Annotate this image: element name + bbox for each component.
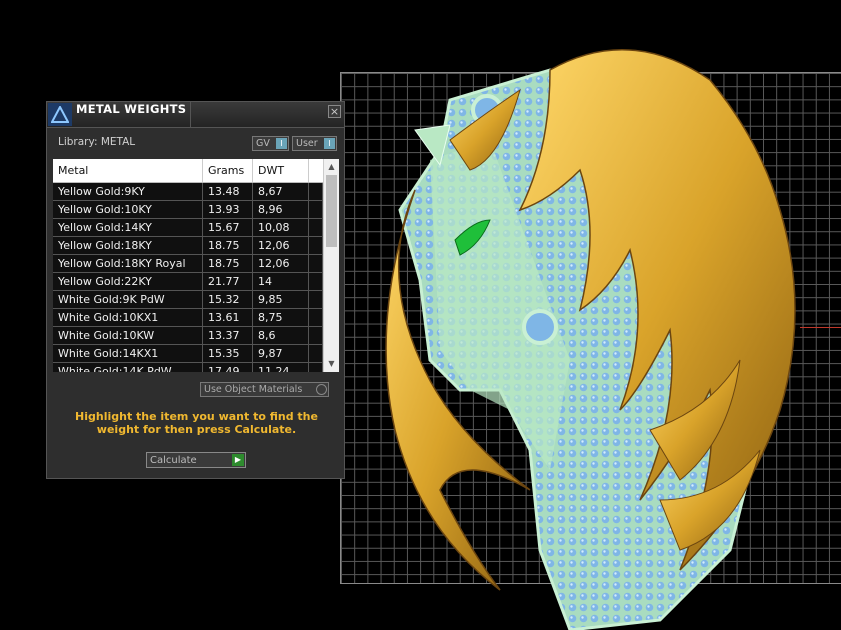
table-header: Metal Grams DWT	[53, 159, 323, 183]
table-row[interactable]: Yellow Gold:10KY 13.93 8,96	[53, 201, 323, 219]
row-spacer	[309, 345, 323, 362]
calculate-button[interactable]: Calculate ▶	[146, 452, 246, 468]
radio-indicator-icon	[316, 384, 327, 395]
metal-cell: Yellow Gold:10KY	[53, 201, 203, 218]
grams-cell: 17.49	[203, 363, 253, 372]
app-logo-icon	[48, 103, 72, 126]
use-object-materials-label: Use Object Materials	[204, 384, 303, 395]
table-scrollbar[interactable]: ▲ ▼	[323, 159, 339, 372]
panel-titlebar[interactable]: METAL WEIGHTS ×	[47, 102, 344, 128]
column-header-grams[interactable]: Grams	[203, 159, 253, 182]
row-spacer	[309, 237, 323, 254]
table-row[interactable]: White Gold:14KX1 15.35 9,87	[53, 345, 323, 363]
metal-cell: Yellow Gold:22KY	[53, 273, 203, 290]
metal-cell: White Gold:14K PdW	[53, 363, 203, 372]
metal-cell: White Gold:10KW	[53, 327, 203, 344]
dwt-cell: 8,75	[253, 309, 309, 326]
metal-cell: Yellow Gold:18KY Royal	[53, 255, 203, 272]
table-row[interactable]: White Gold:10KX1 13.61 8,75	[53, 309, 323, 327]
grams-cell: 13.93	[203, 201, 253, 218]
scroll-down-icon[interactable]: ▼	[324, 358, 339, 370]
grams-cell: 15.35	[203, 345, 253, 362]
instruction-text: Highlight the item you want to find the …	[75, 410, 318, 436]
scroll-thumb[interactable]	[326, 175, 337, 247]
grams-cell: 15.67	[203, 219, 253, 236]
grams-cell: 18.75	[203, 237, 253, 254]
grams-cell: 13.37	[203, 327, 253, 344]
table-row[interactable]: Yellow Gold:14KY 15.67 10,08	[53, 219, 323, 237]
metal-cell: White Gold:14KX1	[53, 345, 203, 362]
dwt-cell: 9,85	[253, 291, 309, 308]
grams-cell: 18.75	[203, 255, 253, 272]
table-row[interactable]: Yellow Gold:18KY 18.75 12,06	[53, 237, 323, 255]
row-spacer	[309, 255, 323, 272]
grams-cell: 13.61	[203, 309, 253, 326]
metal-cell: Yellow Gold:9KY	[53, 183, 203, 200]
row-spacer	[309, 327, 323, 344]
user-toggle[interactable]: User I	[292, 136, 337, 151]
dwt-cell: 8,67	[253, 183, 309, 200]
toggle-indicator-icon: I	[276, 138, 287, 149]
table-body: Yellow Gold:9KY 13.48 8,67 Yellow Gold:10KY…	[53, 183, 323, 372]
dwt-cell: 12,06	[253, 237, 309, 254]
calculate-label: Calculate	[150, 455, 197, 466]
play-arrow-icon: ▶	[232, 454, 244, 466]
row-spacer	[309, 363, 323, 372]
close-icon[interactable]: ×	[328, 105, 341, 118]
table-row[interactable]: Yellow Gold:18KY Royal 18.75 12,06	[53, 255, 323, 273]
dwt-cell: 9,87	[253, 345, 309, 362]
gv-toggle[interactable]: GV I	[252, 136, 289, 151]
table-row[interactable]: White Gold:14K PdW 17.49 11,24	[53, 363, 323, 372]
table-row[interactable]: White Gold:9K PdW 15.32 9,85	[53, 291, 323, 309]
dwt-cell: 10,08	[253, 219, 309, 236]
dwt-cell: 14	[253, 273, 309, 290]
table-row[interactable]: Yellow Gold:9KY 13.48 8,67	[53, 183, 323, 201]
row-spacer	[309, 183, 323, 200]
title-divider	[190, 102, 191, 127]
metal-cell: White Gold:9K PdW	[53, 291, 203, 308]
table-row[interactable]: Yellow Gold:22KY 21.77 14	[53, 273, 323, 291]
grams-cell: 21.77	[203, 273, 253, 290]
gv-toggle-label: GV	[256, 138, 270, 149]
row-spacer	[309, 273, 323, 290]
dwt-cell: 8,96	[253, 201, 309, 218]
grams-cell: 13.48	[203, 183, 253, 200]
column-header-dwt[interactable]: DWT	[253, 159, 309, 182]
row-spacer	[309, 201, 323, 218]
column-header-metal[interactable]: Metal	[53, 159, 203, 182]
use-object-materials-toggle[interactable]: Use Object Materials	[200, 382, 329, 397]
grams-cell: 15.32	[203, 291, 253, 308]
toggle-indicator-icon: I	[324, 138, 335, 149]
row-spacer	[309, 219, 323, 236]
metal-table[interactable]: Metal Grams DWT Yellow Gold:9KY 13.48 8,67…	[53, 159, 339, 372]
scroll-up-icon[interactable]: ▲	[324, 161, 339, 173]
panel-title: METAL WEIGHTS	[76, 102, 187, 116]
row-spacer	[309, 309, 323, 326]
metal-weights-panel: METAL WEIGHTS × Library: METAL GV I User…	[46, 101, 345, 479]
metal-cell: Yellow Gold:14KY	[53, 219, 203, 236]
horse-head-pendant-model[interactable]	[380, 30, 810, 630]
metal-cell: White Gold:10KX1	[53, 309, 203, 326]
metal-cell: Yellow Gold:18KY	[53, 237, 203, 254]
dwt-cell: 12,06	[253, 255, 309, 272]
library-label: Library: METAL	[58, 136, 136, 148]
dwt-cell: 8,6	[253, 327, 309, 344]
table-row[interactable]: White Gold:10KW 13.37 8,6	[53, 327, 323, 345]
dwt-cell: 11,24	[253, 363, 309, 372]
user-toggle-label: User	[296, 138, 318, 149]
row-spacer	[309, 291, 323, 308]
